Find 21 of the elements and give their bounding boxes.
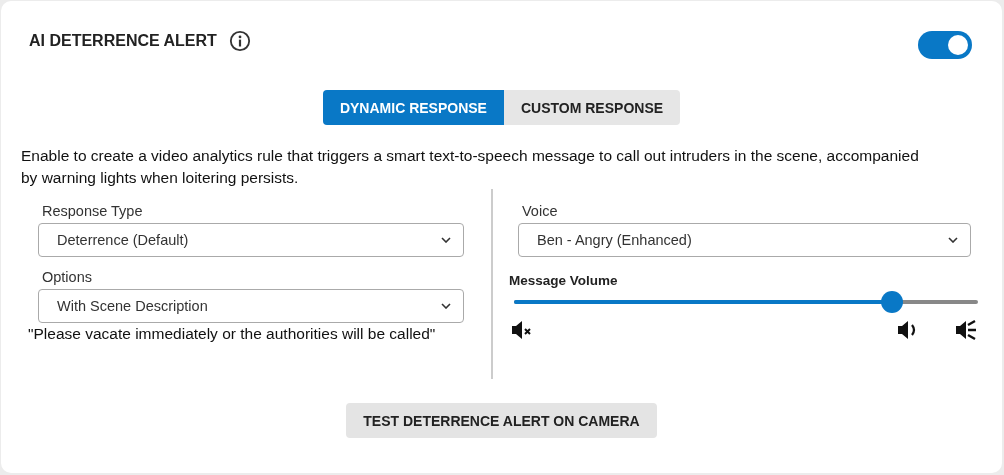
field-label: Response Type	[41, 203, 144, 219]
dropdown-field[interactable]: With Scene Description	[38, 289, 464, 323]
dropdown-field[interactable]: Deterrence (Default)	[38, 223, 464, 257]
enable-toggle[interactable]	[918, 31, 972, 59]
test-alert-button[interactable]: TEST DETERRENCE ALERT ON CAMERA	[346, 403, 657, 438]
chevron-down-icon	[441, 237, 451, 243]
loud-speaker-icon[interactable]	[954, 318, 978, 342]
chevron-down-icon	[948, 237, 958, 243]
volume-slider[interactable]	[514, 291, 978, 313]
response-tab[interactable]: CUSTOM RESPONSE	[503, 90, 681, 125]
mute-icon[interactable]	[510, 318, 534, 342]
volume-label: Message Volume	[509, 273, 619, 288]
info-icon[interactable]	[228, 30, 251, 52]
sample-message: "Please vacate immediately or the authorities will be called"	[28, 325, 437, 343]
description: Enable to create a video analytics rule that triggers a smart text-to-speech message to call out intruders in the scene, accompanied by warning lights when loitering persists.	[21, 146, 920, 188]
dropdown-field[interactable]: Ben - Angry (Enhanced)	[518, 223, 971, 257]
field-label: Options	[41, 269, 93, 285]
response-tab[interactable]: DYNAMIC RESPONSE	[322, 90, 504, 125]
panel-title: AI DETERRENCE ALERT	[29, 32, 217, 50]
field-label: Voice	[521, 203, 559, 219]
chevron-down-icon	[441, 303, 451, 309]
